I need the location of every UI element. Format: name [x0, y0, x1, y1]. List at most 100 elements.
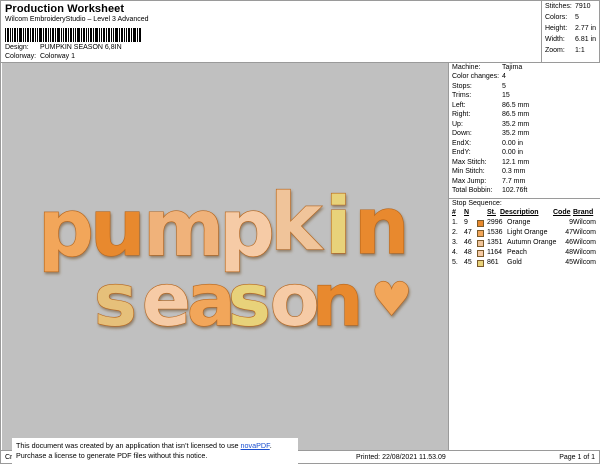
row-needle: 48 [464, 249, 472, 256]
table-row: 2. 47 1536 Light Orange 47 Wilcom [452, 229, 600, 239]
letter-k: k [270, 178, 324, 268]
machine-label: Machine: [452, 64, 481, 71]
trims-label: Trims: [452, 92, 472, 99]
max-jump-row: Max Jump: 7.7 mm [452, 178, 525, 185]
endy-value: 0.00 in [502, 149, 524, 156]
total-bobbin-label: Total Bobbin: [452, 187, 493, 194]
notice-line-2: Purchase a license to generate PDF files… [16, 451, 208, 460]
color-changes-value: 4 [502, 73, 506, 80]
max-stitch-row: Max Stitch: 12.1 mm [452, 159, 529, 166]
width-value: 6.81 in [575, 36, 597, 43]
worksheet-page: Production Worksheet Wilcom EmbroiderySt… [0, 0, 600, 464]
machine-panel: Machine: Tajima Color changes: 4 Stops: 5 T… [449, 63, 600, 450]
zoom-value: 1:1 [575, 47, 585, 54]
header: Production Worksheet Wilcom EmbroiderySt… [5, 3, 535, 23]
max-jump-value: 7.7 mm [502, 177, 526, 185]
col-st: St. [487, 209, 496, 216]
row-code: 47 [565, 229, 573, 236]
down-value: 35.2 mm [502, 130, 530, 137]
letter-s2: s [228, 258, 271, 342]
down-label: Down: [452, 130, 472, 137]
max-stitch-label: Max Stitch: [452, 158, 487, 166]
novapdf-link[interactable]: novaPDF [241, 441, 270, 450]
right-label: Right: [452, 111, 471, 118]
color-changes-label: Color changes: [452, 73, 500, 80]
embroidery-design: p u m p k i n s e a s o n ♥ [37, 177, 412, 342]
barcode [5, 28, 141, 42]
stops-row: Stops: 5 [452, 83, 506, 90]
zoom-row: Zoom: 1:1 [545, 47, 585, 54]
table-header: # N St. Description Code Brand [452, 209, 600, 219]
stops-value: 5 [502, 82, 506, 90]
col-n: N [464, 209, 470, 216]
colors-value: 5 [575, 14, 579, 21]
stop-rows: 1. 9 2996 Orange 9 Wilcom 2. 47 1536 Light Orange… [452, 219, 600, 269]
stop-sequence-table: # N St. Description Code Brand 1. 9 2996 Or… [452, 209, 600, 269]
left-value: 86.5 mm [502, 101, 530, 109]
row-stitches: 1351 [487, 239, 503, 246]
trims-row: Trims: 15 [452, 92, 510, 99]
height-label: Height: [545, 25, 568, 32]
color-swatch [477, 240, 484, 247]
left-label: Left: [452, 101, 466, 109]
row-needle: 45 [464, 259, 472, 266]
row-stitches: 2996 [487, 219, 503, 226]
table-row: 3. 46 1351 Autumn Orange 46 Wilcom [452, 239, 600, 249]
row-stitches: 861 [487, 259, 499, 266]
min-stitch-row: Min Stitch: 0.3 mm [452, 168, 525, 175]
col-description: Description [500, 209, 539, 216]
total-bobbin-value: 102.76ft [502, 187, 528, 194]
stitches-value: 7910 [575, 3, 591, 10]
row-description: Light Orange [507, 229, 548, 236]
notice-line-1: This document was created by an applicat… [16, 441, 294, 451]
row-description: Peach [507, 249, 527, 256]
width-label: Width: [545, 36, 565, 43]
height-row: Height: 2.77 in [545, 25, 596, 32]
color-swatch [477, 260, 484, 267]
up-value: 35.2 mm [502, 120, 530, 128]
color-swatch [477, 220, 484, 227]
design-value: PUMPKIN SEASON 6,8IN [39, 44, 122, 51]
letter-p1: p [38, 184, 94, 274]
endx-value: 0.00 in [502, 139, 524, 147]
design-preview: p u m p k i n s e a s o n ♥ [2, 63, 449, 450]
endx-label: EndX: [452, 139, 472, 147]
endy-row: EndY: 0.00 in [452, 149, 523, 156]
height-value: 2.77 in [575, 25, 597, 32]
row-needle: 9 [464, 219, 468, 226]
letter-e: e [142, 258, 191, 342]
notice-text: This document was created by an applicat… [16, 441, 241, 450]
trims-value: 15 [502, 92, 510, 99]
col-brand: Brand [573, 209, 594, 216]
row-brand: Wilcom [573, 259, 596, 266]
notice-period: . [269, 441, 272, 450]
design-row: Design: PUMPKIN SEASON 6,8IN [5, 44, 122, 51]
right-row: Right: 86.5 mm [452, 111, 529, 118]
colorway-value: Colorway 1 [39, 53, 75, 60]
table-row: 1. 9 2996 Orange 9 Wilcom [452, 219, 600, 229]
stitches-row: Stitches: 7910 [545, 3, 591, 10]
row-brand: Wilcom [573, 239, 596, 246]
min-stitch-label: Min Stitch: [452, 168, 485, 175]
left-row: Left: 86.5 mm [452, 102, 529, 109]
col-code: Code [553, 209, 571, 216]
down-row: Down: 35.2 mm [452, 130, 529, 137]
row-code: 45 [565, 259, 573, 266]
row-index: 5. [452, 259, 458, 266]
stops-label: Stops: [452, 82, 472, 90]
color-changes-row: Color changes: 4 [452, 73, 506, 80]
heart-icon: ♥ [371, 272, 412, 326]
summary-box: Stitches: 7910 Colors: 5 Height: 2.77 in Wi… [541, 1, 600, 62]
row-index: 1. [452, 219, 458, 226]
machine-row: Machine: Tajima [452, 64, 522, 71]
row-stitches: 1536 [487, 229, 503, 236]
page-number: Page 1 of 1 [559, 454, 595, 461]
up-label: Up: [452, 120, 463, 128]
row-index: 4. [452, 249, 458, 256]
machine-value: Tajima [502, 64, 523, 71]
row-description: Autumn Orange [507, 239, 557, 246]
row-needle: 47 [464, 229, 472, 236]
row-description: Gold [507, 259, 522, 266]
row-brand: Wilcom [573, 249, 596, 256]
row-brand: Wilcom [573, 219, 596, 226]
